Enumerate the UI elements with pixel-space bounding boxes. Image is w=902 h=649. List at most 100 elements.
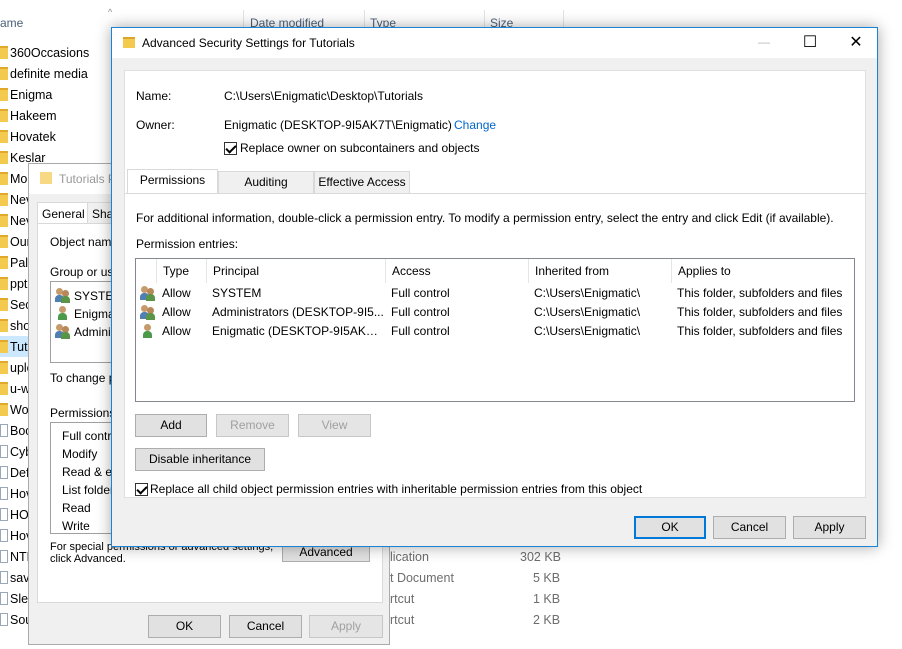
file-type-cell: lication	[390, 550, 429, 564]
permission-name: Write	[62, 519, 90, 533]
header-applies-to[interactable]: Applies to	[672, 259, 854, 283]
file-row[interactable]: 360Occasions	[0, 42, 120, 63]
file-row[interactable]: Enigma	[0, 84, 120, 105]
file-name: Wo	[10, 402, 29, 417]
file-name: HO	[10, 507, 29, 522]
header-inherited-from[interactable]: Inherited from	[529, 259, 672, 283]
permission-name: Modify	[62, 447, 98, 461]
file-icon	[0, 571, 8, 584]
add-button[interactable]: Add	[135, 414, 207, 437]
folder-icon	[0, 361, 8, 374]
info-text: For additional information, double-click…	[136, 211, 834, 225]
folder-icon	[0, 88, 8, 101]
file-name: Hakeem	[10, 108, 57, 123]
entry-applies-to: This folder, subfolders and files	[677, 305, 843, 319]
replace-child-permissions-label[interactable]: Replace all child object permission entr…	[150, 482, 642, 496]
tab-effective-access[interactable]: Effective Access	[314, 171, 410, 193]
entry-inherited-from: C:\Users\Enigmatic\	[534, 324, 641, 338]
permission-name: List folder	[62, 483, 115, 497]
header-principal[interactable]: Principal	[207, 259, 386, 283]
permission-entry-row[interactable]: Allow Administrators (DESKTOP-9I5... Full …	[136, 303, 854, 322]
sort-up-icon: ^	[108, 7, 113, 17]
entry-principal: SYSTEM	[212, 286, 262, 300]
folder-icon	[123, 37, 135, 48]
disable-inheritance-button[interactable]: Disable inheritance	[135, 448, 265, 471]
group-list[interactable]: SYSTEM Enigmat Administ	[50, 281, 120, 363]
properties-apply-button[interactable]: Apply	[309, 615, 383, 638]
view-button[interactable]: View	[298, 414, 371, 437]
entry-inherited-from: C:\Users\Enigmatic\	[534, 305, 641, 319]
file-icon	[0, 613, 8, 626]
permission-list-header: Type Principal Access Inherited from App…	[136, 259, 854, 283]
entry-type: Allow	[162, 324, 191, 338]
folder-icon	[0, 382, 8, 395]
remove-button[interactable]: Remove	[216, 414, 289, 437]
folder-icon	[0, 214, 8, 227]
entry-principal: Administrators (DESKTOP-9I5...	[212, 305, 384, 319]
file-icon	[0, 529, 8, 542]
file-name: Tut	[10, 339, 28, 354]
change-permissions-label: To change p	[50, 371, 116, 385]
folder-icon	[0, 319, 8, 332]
column-name[interactable]: ame	[0, 16, 23, 30]
file-row[interactable]: Hakeem	[0, 105, 120, 126]
file-name: ppt	[10, 276, 28, 291]
file-icon	[0, 466, 8, 479]
header-type[interactable]: Type	[157, 259, 207, 283]
permission-entry-row[interactable]: Allow SYSTEM Full control C:\Users\Enigmati…	[136, 284, 854, 303]
file-size-cell: 2 KB	[533, 613, 561, 627]
entry-principal: Enigmatic (DESKTOP-9I5AK7T...	[212, 324, 384, 338]
file-size-cell: 5 KB	[533, 571, 561, 585]
file-name: Enigma	[10, 87, 53, 102]
file-row[interactable]: definite media	[0, 63, 120, 84]
properties-cancel-button[interactable]: Cancel	[229, 615, 302, 638]
properties-ok-button[interactable]: OK	[148, 615, 221, 638]
folder-icon	[0, 235, 8, 248]
folder-icon	[0, 256, 8, 269]
special-permissions-text-2: click Advanced.	[50, 553, 126, 565]
close-button[interactable]: ✕	[833, 28, 879, 58]
file-size-cell: 1 KB	[533, 592, 561, 606]
folder-icon	[0, 46, 8, 59]
advanced-security-titlebar[interactable]: Advanced Security Settings for Tutorials…	[112, 28, 877, 58]
permission-entries-label: Permission entries:	[136, 237, 239, 251]
properties-title: Tutorials P	[59, 172, 116, 186]
file-icon	[0, 445, 8, 458]
folder-icon	[0, 277, 8, 290]
tab-permissions[interactable]: Permissions	[127, 169, 218, 193]
minimize-button[interactable]: —	[741, 28, 787, 58]
group-icon	[140, 286, 156, 301]
permission-entries-list[interactable]: Type Principal Access Inherited from App…	[135, 258, 855, 402]
replace-child-permissions-checkbox[interactable]	[135, 483, 148, 496]
tab-general[interactable]: General	[37, 202, 90, 224]
tab-auditing[interactable]: Auditing	[218, 171, 314, 193]
file-icon	[0, 592, 8, 605]
cancel-button[interactable]: Cancel	[713, 516, 786, 539]
object-name-label: Object name	[50, 235, 119, 249]
file-icon	[0, 487, 8, 500]
apply-button[interactable]: Apply	[793, 516, 866, 539]
ok-button[interactable]: OK	[634, 516, 706, 539]
folder-icon	[0, 193, 8, 206]
change-owner-link[interactable]: Change	[454, 118, 496, 132]
permission-entry-row[interactable]: Allow Enigmatic (DESKTOP-9I5AK7T... Full c…	[136, 322, 854, 341]
file-type-cell: rtcut	[390, 613, 415, 627]
file-type-cell: t Document	[390, 571, 454, 585]
replace-owner-label[interactable]: Replace owner on subcontainers and objec…	[240, 141, 479, 155]
permissions-list: Full contro Modify Read & ex List folder…	[50, 422, 120, 534]
folder-icon	[0, 151, 8, 164]
user-icon	[55, 306, 71, 321]
maximize-button[interactable]: ☐	[787, 28, 833, 58]
folder-icon	[0, 298, 8, 311]
replace-owner-checkbox[interactable]	[224, 142, 237, 155]
dialog-title: Advanced Security Settings for Tutorials	[142, 36, 355, 50]
file-row[interactable]: Hovatek	[0, 126, 120, 147]
entry-access: Full control	[391, 324, 450, 338]
file-name: Hovatek	[10, 129, 56, 144]
file-size-cell: 302 KB	[520, 550, 562, 564]
entry-access: Full control	[391, 305, 450, 319]
folder-icon	[0, 130, 8, 143]
folder-icon	[0, 403, 8, 416]
header-access[interactable]: Access	[386, 259, 529, 283]
entry-applies-to: This folder, subfolders and files	[677, 286, 843, 300]
